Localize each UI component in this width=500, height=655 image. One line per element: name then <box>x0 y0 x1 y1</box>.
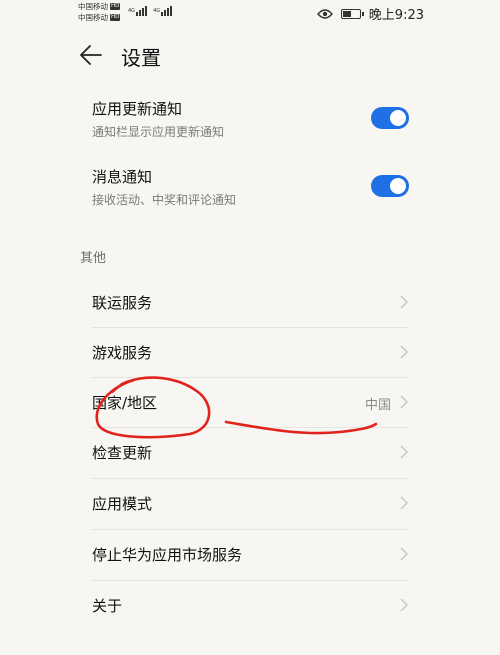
signal-icon-1: 4G <box>128 4 148 16</box>
toggle-subtitle: 通知栏显示应用更新通知 <box>92 125 225 139</box>
list-item-app-mode[interactable]: 应用模式 <box>92 479 409 529</box>
carrier-info: 中国移动 HD 中国移动 HD <box>78 1 121 23</box>
status-bar: 中国移动 HD 中国移动 HD 4G 4G 晚上9:23 <box>0 0 500 28</box>
list-item-game-service[interactable]: 游戏服务 <box>92 328 409 378</box>
network-type-2: 4G <box>153 8 161 14</box>
page-title: 设置 <box>121 46 161 70</box>
list-item-joint-operation-service[interactable]: 联运服务 <box>92 278 409 328</box>
list-item-stop-appgallery-service[interactable]: 停止华为应用市场服务 <box>92 530 409 580</box>
message-notifications-switch[interactable] <box>371 175 409 197</box>
update-notifications-switch[interactable] <box>371 107 409 129</box>
switch-knob <box>390 178 406 194</box>
signal-icon-2: 4G <box>153 4 173 16</box>
toggle-row-update-notifications: 应用更新通知 通知栏显示应用更新通知 <box>92 98 412 150</box>
status-time: 晚上9:23 <box>368 8 424 23</box>
list-item-check-updates[interactable]: 检查更新 <box>92 428 409 478</box>
toggle-subtitle: 接收活动、中奖和评论通知 <box>92 193 237 207</box>
chevron-right-icon <box>400 547 408 561</box>
list-item-about[interactable]: 关于 <box>92 581 409 631</box>
list-item-label: 联运服务 <box>92 294 153 312</box>
section-header-other: 其他 <box>80 251 107 266</box>
chevron-right-icon <box>400 598 408 612</box>
toggle-row-message-notifications: 消息通知 接收活动、中奖和评论通知 <box>92 166 412 218</box>
header: 设置 <box>0 36 500 76</box>
list-item-label: 应用模式 <box>92 495 153 513</box>
eye-icon <box>316 8 333 19</box>
chevron-right-icon <box>400 345 408 359</box>
chevron-right-icon <box>400 395 408 409</box>
list-item-label: 国家/地区 <box>92 394 158 412</box>
list-item-country-region[interactable]: 国家/地区 中国 <box>92 378 409 428</box>
chevron-right-icon <box>400 295 408 309</box>
list-item-label: 游戏服务 <box>92 344 153 362</box>
country-region-value: 中国 <box>364 398 391 413</box>
toggle-title: 应用更新通知 <box>92 100 183 118</box>
toggle-title: 消息通知 <box>92 168 153 186</box>
list-item-label: 关于 <box>92 597 123 615</box>
network-type-1: 4G <box>128 8 136 14</box>
switch-knob <box>390 110 406 126</box>
chevron-right-icon <box>400 445 408 459</box>
battery-icon <box>340 8 364 19</box>
hd-badge-2: HD <box>110 14 121 21</box>
back-arrow-icon[interactable] <box>79 44 103 66</box>
carrier-1: 中国移动 <box>78 2 108 11</box>
list-item-label: 停止华为应用市场服务 <box>92 546 243 564</box>
list-item-label: 检查更新 <box>92 444 153 462</box>
signal-indicators: 4G 4G <box>128 4 173 16</box>
chevron-right-icon <box>400 496 408 510</box>
carrier-2: 中国移动 <box>78 13 108 22</box>
hd-badge-1: HD <box>110 3 121 10</box>
